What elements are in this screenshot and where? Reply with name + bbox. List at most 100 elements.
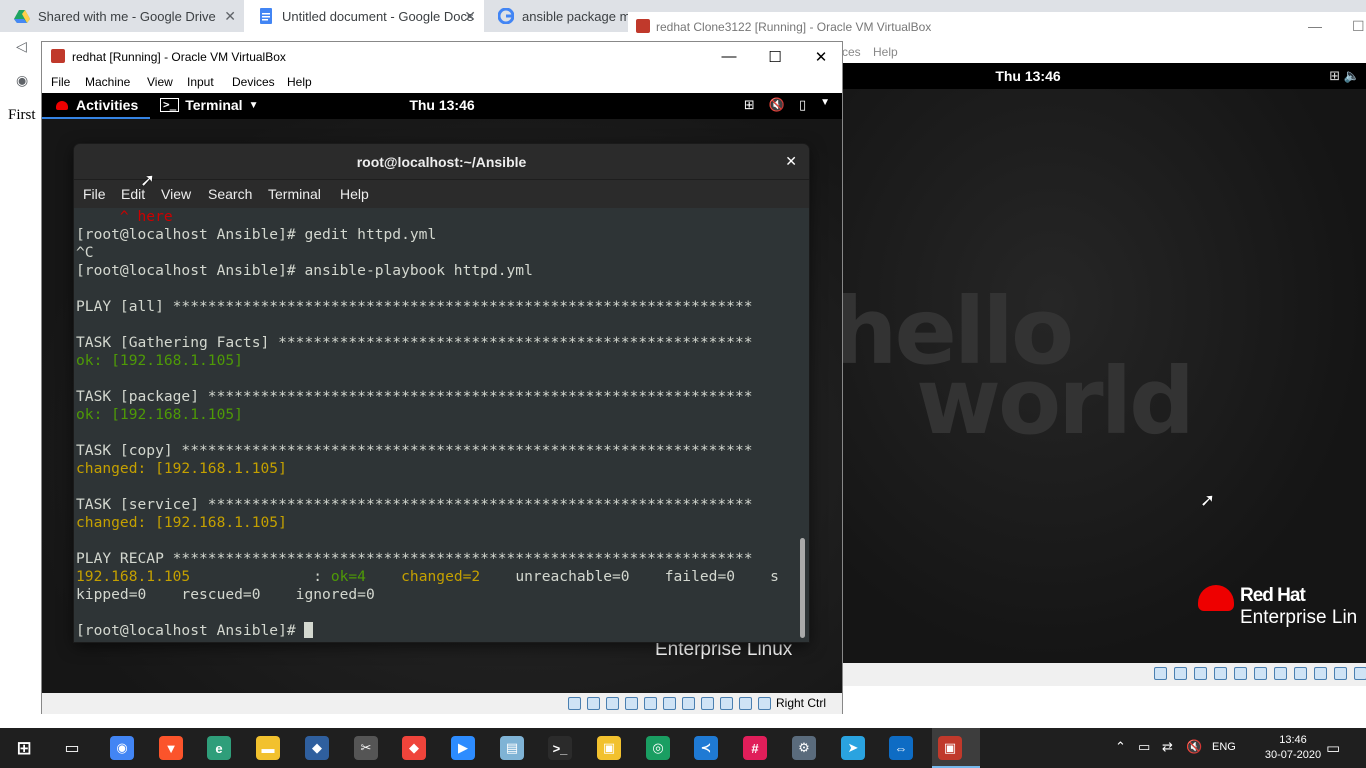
minimize-button[interactable]: — (706, 42, 752, 71)
virtualbox-vm-icon[interactable]: ▣ (938, 736, 962, 760)
menu-help[interactable]: Help (873, 45, 898, 59)
clock[interactable]: Thu 13:46 (42, 97, 842, 113)
telegram-icon[interactable]: ➤ (841, 736, 865, 760)
edge-icon[interactable]: e (207, 736, 231, 760)
menu-machine[interactable]: Machine (85, 75, 130, 89)
google-drive-icon (14, 10, 30, 23)
network-icon[interactable]: ⚙ (792, 736, 816, 760)
terminal-line: ^C (76, 244, 796, 262)
mouse-integration-icon[interactable] (1334, 667, 1347, 680)
tab-ansible-package[interactable]: ansible package mod (484, 0, 628, 32)
usb-icon[interactable] (1234, 667, 1247, 680)
teamviewer-icon[interactable]: ⇔ (889, 736, 913, 760)
back-icon[interactable]: ◁ (16, 38, 27, 55)
host-key-icon[interactable] (758, 697, 771, 710)
hdd-icon[interactable] (1154, 667, 1167, 680)
slack-icon[interactable]: # (743, 736, 767, 760)
cpu-icon[interactable] (720, 697, 733, 710)
system-tray-icons[interactable]: ⊞ 🔈 (1329, 68, 1360, 84)
vm-screen[interactable]: Activities >_ Terminal ▼ Thu 13:46 ⊞ 🔇 ▯… (42, 93, 842, 693)
terminal-output[interactable]: ^ here [root@localhost Ansible]# gedit ht… (74, 208, 796, 642)
vm-background-screen[interactable]: Thu 13:46 ⊞ 🔈 hello world Red Hat Enterp… (842, 63, 1366, 663)
recording-icon[interactable] (1294, 667, 1307, 680)
task-view-icon[interactable]: ▭ (60, 736, 84, 760)
display-icon[interactable] (682, 697, 695, 710)
close-button[interactable]: ✕ (798, 42, 844, 71)
close-tab-icon[interactable]: ✕ (224, 8, 236, 25)
battery-icon[interactable]: ▭ (1138, 739, 1150, 755)
brave-icon[interactable]: ▼ (159, 736, 183, 760)
optical-icon[interactable] (587, 697, 600, 710)
menu-devices[interactable]: Devices (232, 75, 275, 89)
mouse-integration-icon[interactable] (739, 697, 752, 710)
tab-google-docs[interactable]: Untitled document - Google Docs ✕ (244, 0, 484, 32)
tab-google-drive[interactable]: Shared with me - Google Drive ✕ (0, 0, 244, 32)
scrollbar-thumb[interactable] (800, 538, 805, 638)
terminal-menu-help[interactable]: Help (340, 186, 369, 202)
google-docs-icon (260, 8, 272, 24)
terminal-menu-search[interactable]: Search (208, 186, 252, 202)
virtualbox-window[interactable]: redhat [Running] - Oracle VM VirtualBox … (41, 41, 843, 714)
usb-icon[interactable] (644, 697, 657, 710)
chrome-icon[interactable]: ◉ (110, 736, 134, 760)
maximize-icon[interactable]: ☐ (1352, 18, 1365, 35)
menu-view[interactable]: View (147, 75, 173, 89)
display-icon[interactable] (1274, 667, 1287, 680)
audio-icon[interactable] (606, 697, 619, 710)
snipping-icon[interactable]: ✂ (354, 736, 378, 760)
menu-help[interactable]: Help (287, 75, 312, 89)
cpu-icon[interactable] (1314, 667, 1327, 680)
input-language[interactable]: ENG (1212, 741, 1236, 753)
system-menu[interactable]: ⊞ 🔇 ▯ ▼ (744, 97, 830, 113)
maximize-button[interactable]: ☐ (752, 42, 798, 71)
terminal-menu-view[interactable]: View (161, 186, 191, 202)
audio-icon[interactable] (1194, 667, 1207, 680)
recording-icon[interactable] (701, 697, 714, 710)
shared-folder-icon[interactable] (1254, 667, 1267, 680)
network-icon[interactable] (1214, 667, 1227, 680)
terminal-text: ok=4 (330, 568, 366, 585)
keyboard-icon[interactable] (1354, 667, 1366, 680)
menu-devices[interactable]: ces (842, 45, 861, 59)
terminal-scrollbar[interactable] (796, 208, 809, 642)
battery-icon: ▯ (798, 97, 807, 112)
hdd-icon[interactable] (568, 697, 581, 710)
menu-file[interactable]: File (51, 75, 70, 89)
network-icon[interactable] (625, 697, 638, 710)
terminal-text: : (190, 568, 331, 585)
shared-folder-icon[interactable] (663, 697, 676, 710)
volume-muted-icon[interactable]: 🔇 (1186, 739, 1202, 755)
terminal-menu-terminal[interactable]: Terminal (268, 186, 321, 202)
terminal-text: changed: [192.168.1.105] (76, 460, 287, 477)
file-explorer-icon[interactable]: ▬ (256, 736, 280, 760)
minimize-icon[interactable]: — (1308, 18, 1322, 34)
terminal-text: changed=2 (401, 568, 481, 585)
windows-start-icon[interactable]: ⊞ (12, 736, 36, 760)
virtualbox-icon[interactable]: ◆ (305, 736, 329, 760)
notepad-icon[interactable]: ▤ (500, 736, 524, 760)
mouse-pointer-icon: ➚ (140, 170, 156, 190)
zoom-icon[interactable]: ▶ (451, 736, 475, 760)
file-manager-icon[interactable]: ▣ (597, 736, 621, 760)
terminal-window[interactable]: root@localhost:~/Ansible ✕ File Edit Vie… (74, 144, 809, 642)
terminal-menu-file[interactable]: File (83, 186, 106, 202)
close-icon[interactable]: ✕ (785, 153, 797, 170)
close-tab-icon[interactable]: ✕ (464, 8, 476, 25)
notifications-icon[interactable]: ▭ (1326, 739, 1340, 757)
terminal-line: changed: [192.168.1.105] (76, 460, 796, 478)
vscode-icon[interactable]: ≺ (694, 736, 718, 760)
terminal-text: [root@localhost Ansible]# (76, 622, 305, 639)
menu-input[interactable]: Input (187, 75, 214, 89)
virtualbox-icon (51, 49, 65, 63)
terminal-text: [root@localhost Ansible]# gedit httpd.ym… (76, 226, 437, 243)
anydesk-icon[interactable]: ◆ (402, 736, 426, 760)
taskbar-clock[interactable]: 13:46 30-07-2020 (1262, 733, 1324, 763)
optical-icon[interactable] (1174, 667, 1187, 680)
gitkraken-icon[interactable]: ◎ (646, 736, 670, 760)
network-icon[interactable]: ⇄ (1162, 739, 1173, 755)
chevron-up-icon[interactable]: ⌃ (1115, 739, 1126, 755)
cmd-icon[interactable]: >_ (548, 736, 572, 760)
